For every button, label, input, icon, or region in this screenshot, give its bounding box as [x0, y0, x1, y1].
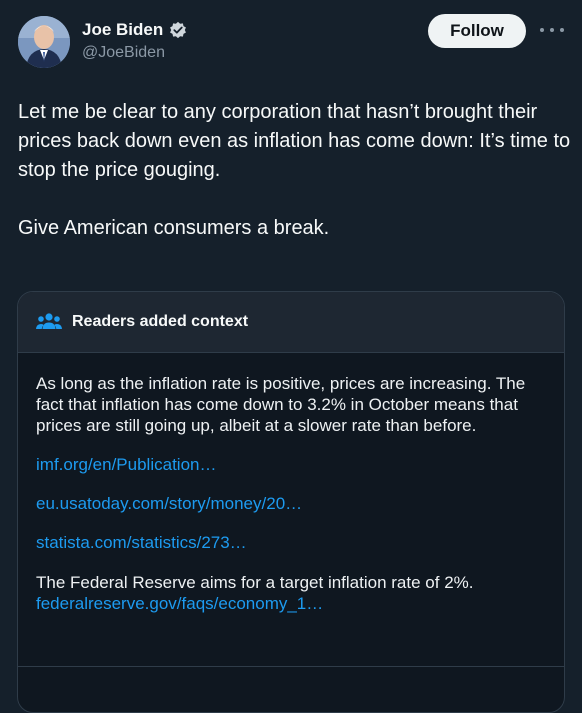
avatar-image	[18, 16, 70, 68]
people-icon	[36, 313, 62, 329]
tweet-text: Let me be clear to any corporation that …	[18, 101, 571, 239]
source-link-imf[interactable]: imf.org/en/Publication…	[36, 455, 546, 475]
author-name[interactable]: Joe Biden	[82, 20, 163, 40]
community-note-header[interactable]: Readers added context	[18, 292, 564, 353]
source-link-federalreserve[interactable]: federalreserve.gov/faqs/economy_1…	[36, 593, 546, 614]
author-handle[interactable]: @JoeBiden	[82, 44, 165, 62]
source-link-statista[interactable]: statista.com/statistics/273…	[36, 533, 546, 553]
verified-badge-icon	[170, 21, 187, 39]
note-divider	[18, 666, 564, 667]
avatar[interactable]	[18, 16, 70, 68]
community-note-body: As long as the inflation rate is positiv…	[18, 353, 564, 614]
community-note-title: Readers added context	[72, 313, 249, 330]
community-note: Readers added context As long as the inf…	[17, 291, 565, 713]
source-link-usatoday[interactable]: eu.usatoday.com/story/money/20…	[36, 494, 546, 514]
community-note-text: As long as the inflation rate is positiv…	[36, 374, 526, 435]
follow-button[interactable]: Follow	[428, 14, 526, 48]
tweet-header: Joe Biden @JoeBiden Follow	[18, 14, 566, 70]
more-options-icon[interactable]	[540, 22, 564, 38]
community-note-extra-text: The Federal Reserve aims for a target in…	[36, 573, 474, 592]
